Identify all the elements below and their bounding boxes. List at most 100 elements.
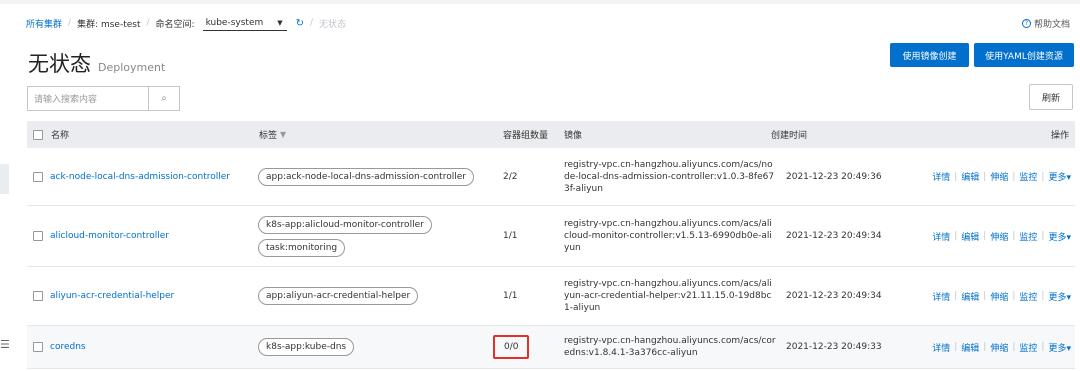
row-checkbox[interactable]: [33, 342, 43, 352]
scale-link[interactable]: 伸缩: [990, 290, 1008, 303]
table-header: 名称 标签 ▼ 容器组数量 镜像 创建时间 操作: [27, 121, 1075, 148]
search-input[interactable]: [28, 87, 148, 110]
more-dropdown[interactable]: 更多▾: [1048, 170, 1071, 183]
refresh-button[interactable]: 刷新: [1029, 84, 1073, 110]
row-pods-cell: 0/0: [493, 326, 530, 368]
breadcrumb-current: 无状态: [319, 19, 347, 30]
more-dropdown[interactable]: 更多▾: [1048, 290, 1071, 303]
row-image-cell: registry-vpc.cn-hangzhou.aliyuncs.com/ac…: [564, 206, 776, 266]
row-checkbox[interactable]: [33, 171, 43, 182]
row-tags-cell: k8s-app:kube-dns: [258, 326, 355, 368]
row-ops-cell: 详情 | 编辑 | 伸缩 | 监控 | 更多▾: [932, 326, 1071, 368]
row-pods-cell: 1/1: [503, 267, 517, 325]
monitor-link[interactable]: 监控: [1019, 341, 1037, 354]
breadcrumb: 所有集群 / 集群: mse-test / 命名空间: kube-system …: [26, 15, 346, 31]
more-dropdown[interactable]: 更多▾: [1048, 230, 1071, 243]
search-button[interactable]: ⌕: [148, 87, 179, 110]
row-ops-cell: 详情 | 编辑 | 伸缩 | 监控 | 更多▾: [932, 206, 1071, 266]
tag-pill: app:aliyun-acr-credential-helper: [258, 287, 419, 305]
tag-pill: app:ack-node-local-dns-admission-control…: [258, 167, 474, 186]
header-ops: 操作: [1050, 131, 1069, 141]
ops-separator: |: [954, 291, 958, 301]
create-by-yaml-button[interactable]: 使用YAML创建资源: [974, 43, 1074, 67]
page-title-main: 无状态: [28, 52, 91, 76]
edit-link[interactable]: 编辑: [961, 341, 979, 354]
row-name-cell: coredns: [50, 326, 86, 368]
ops-separator: |: [983, 342, 987, 352]
caret-down-icon: ▼: [277, 18, 283, 27]
row-checkbox[interactable]: [33, 231, 43, 241]
select-all-checkbox[interactable]: [33, 129, 43, 140]
row-image-cell: registry-vpc.cn-hangzhou.aliyuncs.com/ac…: [564, 267, 776, 325]
row-name-cell: ack-node-local-dns-admission-controller: [50, 148, 230, 205]
page-title: 无状态 Deployment: [28, 48, 165, 78]
menu-icon[interactable]: ☰: [0, 338, 10, 351]
scale-link[interactable]: 伸缩: [990, 170, 1008, 183]
detail-link[interactable]: 详情: [932, 170, 950, 183]
breadcrumb-separator: /: [68, 18, 72, 28]
ops-separator: |: [983, 171, 987, 182]
namespace-select[interactable]: kube-system ▼: [202, 15, 287, 31]
row-checkbox[interactable]: [33, 291, 43, 301]
row-tags-cell: k8s-app:alicloud-monitor-controller task…: [258, 206, 432, 266]
ops-separator: |: [983, 291, 987, 301]
pod-count: 2/2: [503, 171, 518, 182]
deployment-name-link[interactable]: ack-node-local-dns-admission-controller: [50, 172, 230, 182]
created-time: 2021-12-23 20:49:36: [786, 171, 882, 182]
header-tags: 标签 ▼: [259, 121, 286, 148]
breadcrumb-separator: /: [309, 18, 314, 28]
ops-separator: |: [954, 231, 958, 241]
row-pods-cell: 2/2: [503, 148, 517, 205]
edit-link[interactable]: 编辑: [961, 290, 979, 303]
tag-pill: k8s-app:alicloud-monitor-controller: [258, 215, 432, 234]
pod-count: 1/1: [503, 291, 518, 301]
breadcrumb-separator: /: [146, 18, 150, 28]
row-tags-cell: app:aliyun-acr-credential-helper: [258, 267, 419, 325]
row-ops-cell: 详情 | 编辑 | 伸缩 | 监控 | 更多▾: [932, 148, 1071, 205]
help-doc-link[interactable]: ? 帮助文档: [1021, 17, 1070, 30]
row-ops-cell: 详情 | 编辑 | 伸缩 | 监控 | 更多▾: [932, 267, 1071, 325]
created-time: 2021-12-23 20:49:34: [786, 291, 882, 301]
deployment-name-link[interactable]: aliyun-acr-credential-helper: [50, 291, 174, 301]
ops-separator: |: [1041, 342, 1045, 352]
scale-link[interactable]: 伸缩: [990, 341, 1008, 354]
more-dropdown[interactable]: 更多▾: [1048, 341, 1071, 354]
table-row: ack-node-local-dns-admission-controller …: [27, 148, 1075, 206]
refresh-icon[interactable]: ↻: [296, 18, 304, 29]
monitor-link[interactable]: 监控: [1019, 290, 1037, 303]
row-name-cell: alicloud-monitor-controller: [50, 206, 169, 266]
ops-separator: |: [1041, 171, 1045, 182]
detail-link[interactable]: 详情: [932, 230, 950, 243]
filter-icon[interactable]: ▼: [280, 130, 286, 139]
created-time: 2021-12-23 20:49:34: [786, 231, 882, 241]
monitor-link[interactable]: 监控: [1019, 170, 1037, 183]
left-sidebar: ☰: [0, 4, 16, 371]
sidebar-active-indicator: [0, 164, 9, 194]
ops-separator: |: [1041, 231, 1045, 241]
table-row: alicloud-monitor-controller k8s-app:alic…: [27, 206, 1075, 267]
detail-link[interactable]: 详情: [932, 341, 950, 354]
tag-pill: task:monitoring: [258, 238, 346, 257]
deployment-name-link[interactable]: coredns: [50, 342, 86, 352]
image-text: registry-vpc.cn-hangzhou.aliyuncs.com/ac…: [564, 159, 775, 194]
create-by-image-button[interactable]: 使用镜像创建: [890, 43, 969, 67]
row-name-cell: aliyun-acr-credential-helper: [50, 267, 174, 325]
table-row: aliyun-acr-credential-helper app:aliyun-…: [27, 267, 1075, 326]
breadcrumb-all-clusters[interactable]: 所有集群: [26, 17, 62, 30]
image-text: registry-vpc.cn-hangzhou.aliyuncs.com/ac…: [564, 279, 772, 313]
ops-separator: |: [1012, 171, 1016, 182]
monitor-link[interactable]: 监控: [1019, 230, 1037, 243]
namespace-value: kube-system: [205, 17, 264, 28]
ops-separator: |: [983, 231, 987, 241]
deployment-name-link[interactable]: alicloud-monitor-controller: [50, 231, 169, 241]
edit-link[interactable]: 编辑: [961, 170, 979, 183]
scale-link[interactable]: 伸缩: [990, 230, 1008, 243]
header-image: 镜像: [564, 131, 583, 141]
created-time: 2021-12-23 20:49:33: [786, 342, 882, 352]
detail-link[interactable]: 详情: [932, 290, 950, 303]
row-checkbox-cell: [33, 326, 43, 368]
row-checkbox-cell: [33, 206, 43, 266]
select-all-cell: [33, 121, 43, 148]
edit-link[interactable]: 编辑: [961, 230, 979, 243]
ops-separator: |: [1041, 291, 1045, 301]
